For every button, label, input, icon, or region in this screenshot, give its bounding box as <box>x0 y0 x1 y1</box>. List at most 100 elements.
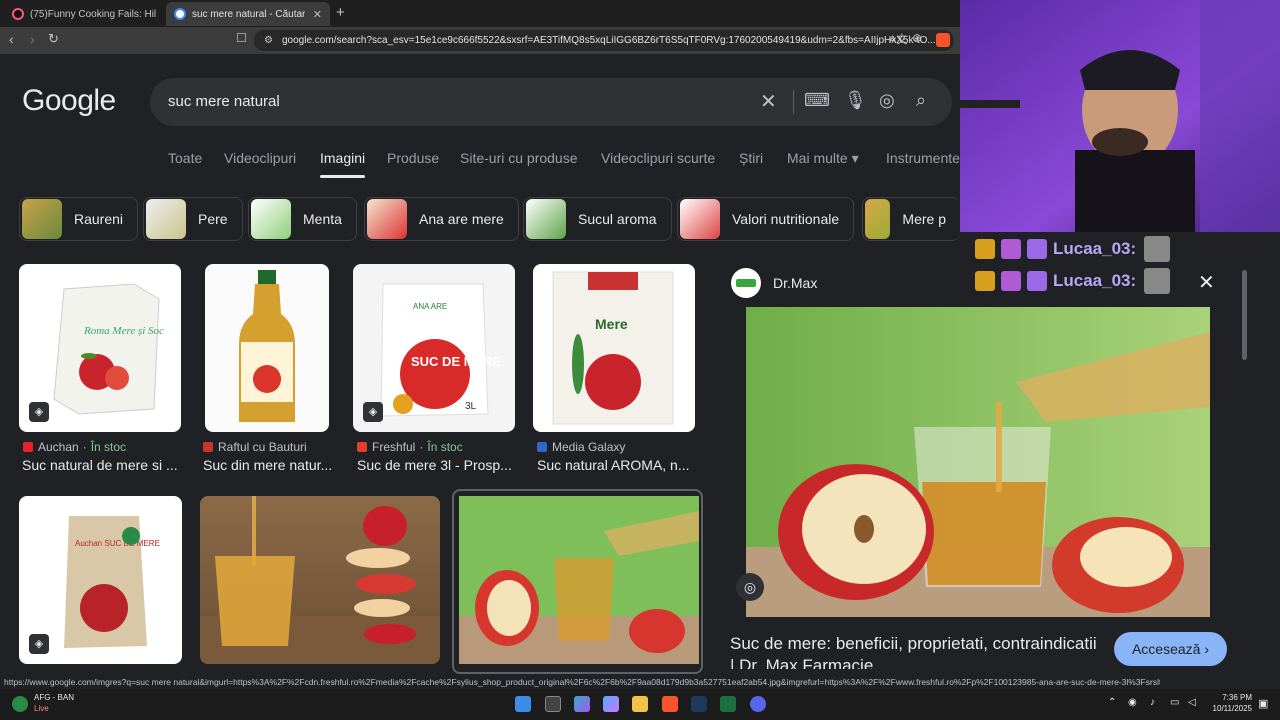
tab-short-videos[interactable]: Videoclipuri scurte <box>601 150 715 166</box>
juice-bottle-image <box>239 270 295 422</box>
file-explorer-icon[interactable] <box>632 696 648 712</box>
source-name: Media Galaxy <box>552 440 626 454</box>
result-title-3[interactable]: Suc de mere 3l - Prosp... <box>357 457 512 473</box>
lens-search-icon[interactable]: ◈ <box>29 402 49 422</box>
search-input[interactable]: suc mere natural <box>168 93 280 110</box>
chip-thumbnail <box>865 199 891 239</box>
result-image-3[interactable]: ANA ARE SUC DE MERE 3L ◈ <box>353 264 515 432</box>
reload-icon[interactable]: ↻ <box>48 31 59 47</box>
result-image-4[interactable]: Mere <box>533 264 695 432</box>
weather-label[interactable]: AFG - BAN <box>34 693 74 702</box>
result-source-1[interactable]: Auchan · În stoc <box>23 440 126 454</box>
freshful-icon <box>357 442 367 452</box>
chip-sucul-aroma[interactable]: Sucul aroma <box>523 197 672 241</box>
result-image-7-selected[interactable] <box>452 489 703 674</box>
result-title-1[interactable]: Suc natural de mere si ... <box>22 457 178 473</box>
browser-tab-google[interactable]: suc mere natural - Căutare Goog ✕ <box>166 2 330 26</box>
tab-news[interactable]: Știri <box>739 150 763 166</box>
chip-valori-nutritionale[interactable]: Valori nutritionale <box>677 197 855 241</box>
chat-message-1: Lucaa_03: <box>975 236 1176 262</box>
chip-mere-p[interactable]: Mere p <box>862 197 960 241</box>
panel-title[interactable]: Suc de mere: beneficii, proprietati, con… <box>730 633 1100 669</box>
tab-more[interactable]: Mai multe ▾ <box>787 150 859 167</box>
copilot-icon[interactable] <box>574 696 590 712</box>
result-title-4[interactable]: Suc natural AROMA, n... <box>537 457 690 473</box>
weather-icon[interactable] <box>12 696 28 712</box>
microphone-tray-icon[interactable]: ♪ <box>1150 697 1155 708</box>
back-icon[interactable]: ‹ <box>9 31 14 47</box>
chip-label: Pere <box>198 211 228 227</box>
new-tab-button[interactable]: + <box>336 4 345 21</box>
result-title-2[interactable]: Suc din mere natur... <box>203 457 332 473</box>
status-bar-url: https://www.google.com/imgres?q=suc mere… <box>0 675 1160 689</box>
juice-box-image: Mere <box>552 271 674 425</box>
google-logo[interactable]: Google <box>22 84 116 118</box>
discord-icon[interactable] <box>750 696 766 712</box>
excel-icon[interactable] <box>720 696 736 712</box>
tab-product-sites[interactable]: Site-uri cu produse <box>460 150 578 166</box>
result-image-2[interactable] <box>205 264 329 432</box>
search-box[interactable]: suc mere natural ✕ ⌨ 🎙 ◎ ⌕ <box>150 78 952 126</box>
chip-ana-are-mere[interactable]: Ana are mere <box>364 197 519 241</box>
teams-icon[interactable] <box>603 696 619 712</box>
tab-label: (75)Funny Cooking Fails: Hilarious Kit <box>30 8 156 20</box>
brave-browser-icon[interactable] <box>662 696 678 712</box>
tab-tools[interactable]: Instrumente <box>886 150 960 166</box>
tab-videos[interactable]: Videoclipuri <box>224 150 296 166</box>
steam-icon[interactable] <box>691 696 707 712</box>
search-icon[interactable]: ⌕ <box>916 90 926 111</box>
apple-juice-photo <box>459 496 699 664</box>
result-source-2[interactable]: Raftul cu Bauturi <box>203 440 307 454</box>
tiktok-icon <box>12 8 24 20</box>
emote-icon <box>1144 236 1171 262</box>
chevron-down-icon: ▾ <box>851 150 859 166</box>
result-image-6[interactable] <box>200 496 440 664</box>
windows-start-icon[interactable] <box>515 696 531 712</box>
panel-preview-image[interactable]: ◎ <box>736 307 1210 617</box>
lens-search-icon[interactable]: ◈ <box>363 402 383 422</box>
bookmark-icon[interactable]: ☐ <box>236 31 247 45</box>
forward-icon[interactable]: › <box>30 31 35 47</box>
site-info-icon[interactable]: ⚙ <box>264 30 273 51</box>
tab-images[interactable]: Imagini <box>320 150 365 166</box>
volume-icon[interactable]: ◁ <box>1188 697 1196 708</box>
visit-button[interactable]: Accesează › <box>1114 632 1227 666</box>
wifi-icon[interactable]: ▭ <box>1170 697 1179 708</box>
drmax-logo-mark <box>736 279 756 287</box>
task-view-icon[interactable] <box>545 696 561 712</box>
close-panel-icon[interactable]: ✕ <box>1198 270 1215 295</box>
lens-search-icon[interactable]: ◈ <box>29 634 49 654</box>
result-image-1[interactable]: Roma Mere și Soc ◈ <box>19 264 181 432</box>
lens-search-icon[interactable]: ◎ <box>736 573 764 601</box>
google-tab-icon <box>174 8 186 20</box>
brave-shield-icon[interactable] <box>936 33 950 47</box>
clock-date[interactable]: 10/11/2025 <box>1208 704 1252 713</box>
address-bar[interactable]: ⚙ google.com/search?sca_esv=15e1ce9c666f… <box>254 30 954 51</box>
microphone-icon[interactable]: 🎙 <box>844 90 867 111</box>
keyboard-icon[interactable]: ⌨ <box>804 90 830 111</box>
clock-time[interactable]: 7:36 PM <box>1210 693 1252 702</box>
translate-icon[interactable]: A文 <box>889 31 907 47</box>
browser-tab-youtube[interactable]: (75)Funny Cooking Fails: Hilarious Kit <box>4 2 164 26</box>
result-source-3[interactable]: Freshful · În stoc <box>357 440 463 454</box>
result-image-5[interactable]: Auchan SUC DE MERE ◈ <box>19 496 182 664</box>
chip-menta[interactable]: Menta <box>248 197 357 241</box>
chip-pere[interactable]: Pere <box>143 197 243 241</box>
panel-site-name[interactable]: Dr.Max <box>773 275 817 291</box>
tab-all[interactable]: Toate <box>168 150 202 166</box>
lens-icon[interactable]: ◎ <box>879 90 895 111</box>
close-tab-icon[interactable]: ✕ <box>313 8 322 21</box>
chip-thumbnail <box>367 199 407 239</box>
chip-raureni[interactable]: Raureni <box>19 197 139 241</box>
weather-sub: Live <box>34 704 49 713</box>
panel-scrollbar[interactable] <box>1242 270 1247 360</box>
chevron-up-icon[interactable]: ⌃ <box>1108 697 1116 708</box>
crown-icon <box>975 271 995 291</box>
result-source-4[interactable]: Media Galaxy <box>537 440 625 454</box>
tab-products[interactable]: Produse <box>387 150 439 166</box>
network-icon[interactable]: ◉ <box>1128 697 1137 708</box>
notification-icon[interactable]: ▣ <box>1258 697 1268 710</box>
clear-search-icon[interactable]: ✕ <box>760 89 777 114</box>
zoom-icon[interactable]: ⊕ <box>912 31 922 45</box>
chip-label: Sucul aroma <box>578 211 657 227</box>
